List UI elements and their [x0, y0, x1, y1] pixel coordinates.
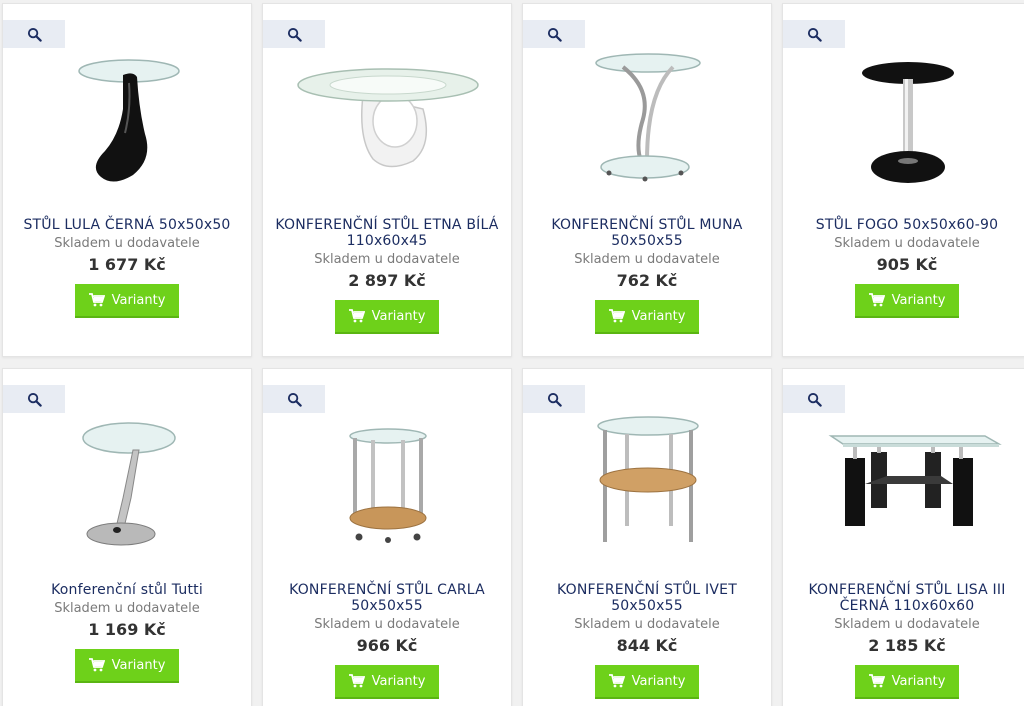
product-price: 2 185 Kč	[868, 636, 946, 655]
product-title[interactable]: KONFERENČNÍ STŮL ETNA BÍLÁ 110x60x45	[273, 217, 501, 249]
search-icon	[287, 392, 302, 407]
product-card: KONFERENČNÍ STŮL CARLA 50x50x55 Skladem …	[262, 368, 512, 706]
table-ivet-image	[597, 416, 699, 542]
product-card: STŮL LULA ČERNÁ 50x50x50 Skladem u dodav…	[2, 3, 252, 357]
product-title[interactable]: KONFERENČNÍ STŮL MUNA 50x50x55	[533, 217, 761, 249]
product-price: 762 Kč	[616, 271, 678, 290]
stock-status: Skladem u dodavatele	[574, 252, 720, 267]
cart-icon	[608, 674, 625, 688]
product-price: 2 897 Kč	[348, 271, 426, 290]
product-image[interactable]	[523, 44, 773, 194]
variants-button[interactable]: Varianty	[855, 665, 959, 699]
product-title[interactable]: STŮL LULA ČERNÁ 50x50x50	[13, 217, 241, 233]
variants-label: Varianty	[891, 673, 946, 689]
cart-icon	[88, 658, 105, 672]
product-image[interactable]	[3, 409, 253, 559]
product-image[interactable]	[783, 409, 1024, 559]
stock-status: Skladem u dodavatele	[314, 617, 460, 632]
product-card: Konferenční stůl Tutti Skladem u dodavat…	[2, 368, 252, 706]
variants-label: Varianty	[631, 308, 686, 324]
search-icon	[27, 27, 42, 42]
stock-status: Skladem u dodavatele	[574, 617, 720, 632]
variants-button[interactable]: Varianty	[335, 300, 439, 334]
variants-label: Varianty	[631, 673, 686, 689]
product-price: 1 677 Kč	[88, 255, 166, 274]
variants-label: Varianty	[371, 673, 426, 689]
variants-button[interactable]: Varianty	[595, 665, 699, 699]
product-image[interactable]	[263, 44, 513, 194]
table-fogo-image	[862, 62, 954, 183]
product-price: 1 169 Kč	[88, 620, 166, 639]
variants-label: Varianty	[111, 657, 166, 673]
cart-icon	[348, 309, 365, 323]
cart-icon	[868, 674, 885, 688]
search-icon	[547, 27, 562, 42]
search-icon	[807, 392, 822, 407]
product-image[interactable]	[523, 409, 773, 559]
product-title[interactable]: KONFERENČNÍ STŮL IVET 50x50x55	[533, 582, 761, 614]
table-lula-image	[78, 59, 180, 182]
product-card: KONFERENČNÍ STŮL MUNA 50x50x55 Skladem u…	[522, 3, 772, 357]
variants-label: Varianty	[891, 292, 946, 308]
product-price: 844 Kč	[616, 636, 678, 655]
variants-button[interactable]: Varianty	[75, 649, 179, 683]
table-etna-image	[297, 68, 479, 168]
search-icon	[547, 392, 562, 407]
product-grid: STŮL LULA ČERNÁ 50x50x50 Skladem u dodav…	[0, 0, 1024, 706]
variants-button[interactable]: Varianty	[335, 665, 439, 699]
table-carla-image	[349, 428, 427, 543]
table-tutti-image	[82, 422, 176, 546]
variants-label: Varianty	[111, 292, 166, 308]
stock-status: Skladem u dodavatele	[834, 617, 980, 632]
cart-icon	[608, 309, 625, 323]
product-price: 905 Kč	[876, 255, 938, 274]
product-title[interactable]: STŮL FOGO 50x50x60-90	[793, 217, 1021, 233]
product-image[interactable]	[3, 44, 253, 194]
cart-icon	[348, 674, 365, 688]
search-icon	[27, 392, 42, 407]
product-image[interactable]	[783, 44, 1024, 194]
cart-icon	[88, 293, 105, 307]
table-muna-image	[595, 53, 701, 182]
table-lisa-image	[828, 435, 1002, 526]
variants-button[interactable]: Varianty	[855, 284, 959, 318]
product-card: KONFERENČNÍ STŮL ETNA BÍLÁ 110x60x45 Skl…	[262, 3, 512, 357]
product-price: 966 Kč	[356, 636, 418, 655]
variants-label: Varianty	[371, 308, 426, 324]
product-title[interactable]: KONFERENČNÍ STŮL CARLA 50x50x55	[273, 582, 501, 614]
cart-icon	[868, 293, 885, 307]
stock-status: Skladem u dodavatele	[834, 236, 980, 251]
variants-button[interactable]: Varianty	[75, 284, 179, 318]
product-card: KONFERENČNÍ STŮL LISA III ČERNÁ 110x60x6…	[782, 368, 1024, 706]
stock-status: Skladem u dodavatele	[314, 252, 460, 267]
product-image[interactable]	[263, 409, 513, 559]
product-card: KONFERENČNÍ STŮL IVET 50x50x55 Skladem u…	[522, 368, 772, 706]
search-icon	[287, 27, 302, 42]
search-icon	[807, 27, 822, 42]
stock-status: Skladem u dodavatele	[54, 601, 200, 616]
variants-button[interactable]: Varianty	[595, 300, 699, 334]
product-card: STŮL FOGO 50x50x60-90 Skladem u dodavate…	[782, 3, 1024, 357]
product-title[interactable]: KONFERENČNÍ STŮL LISA III ČERNÁ 110x60x6…	[793, 582, 1021, 614]
stock-status: Skladem u dodavatele	[54, 236, 200, 251]
product-title[interactable]: Konferenční stůl Tutti	[13, 582, 241, 598]
